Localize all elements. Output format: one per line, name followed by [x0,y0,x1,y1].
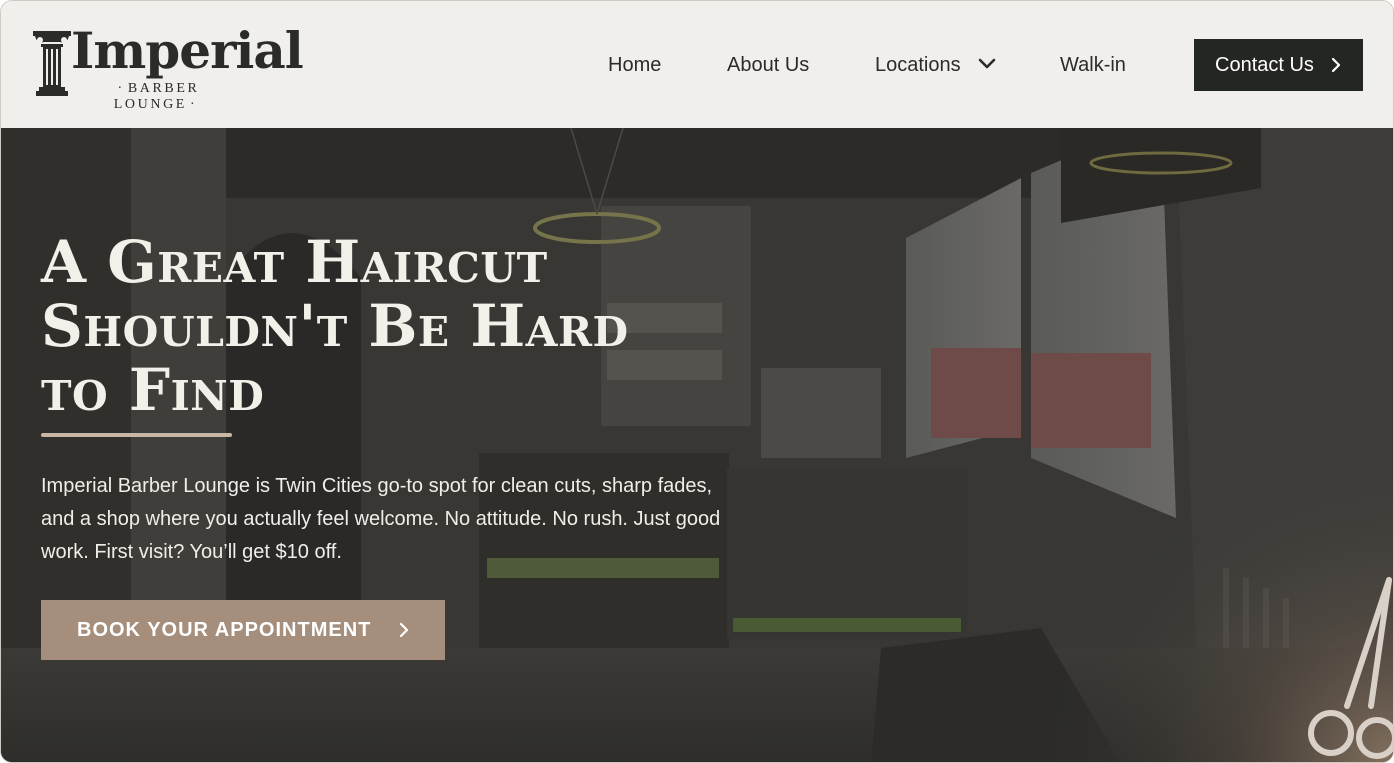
logo-wordmark: Imperial [71,21,304,80]
nav-about-link[interactable]: About Us [727,51,809,79]
nav-locations-link[interactable]: Locations [875,51,961,79]
scissors-icon [1308,577,1393,759]
barbershop-interior-photo [1,128,1393,762]
book-appointment-button[interactable]: BOOK YOUR APPOINTMENT [41,600,445,660]
headline-line-2: Shouldn't Be Hard [41,292,629,360]
book-appointment-label: BOOK YOUR APPOINTMENT [77,619,372,641]
hero-intro-text: Imperial Barber Lounge is Twin Cities go… [41,475,721,563]
column-icon [33,31,71,96]
nav-home-link[interactable]: Home [608,51,661,79]
logo-tagline: BARBER LOUNGE [71,81,243,113]
site-header: Imperial BARBER LOUNGE Home About Us Loc… [1,1,1393,128]
headline-line-1: A Great Haircut [41,228,548,296]
hero-section: A Great Haircut Shouldn't Be Hard to Fin… [1,128,1393,762]
chevron-right-icon [1331,57,1341,73]
contact-us-button[interactable]: Contact Us [1194,39,1363,91]
headline-divider [41,433,232,437]
chevron-right-icon [399,622,409,638]
site-logo[interactable]: Imperial BARBER LOUNGE [31,23,304,112]
contact-us-label: Contact Us [1215,54,1314,76]
nav-walkin-link[interactable]: Walk-in [1060,51,1126,79]
browser-viewport: Imperial BARBER LOUNGE Home About Us Loc… [0,0,1394,763]
chevron-down-icon[interactable] [978,57,996,71]
hero-headline: A Great Haircut Shouldn't Be Hard to Fin… [41,230,681,422]
headline-line-3: to Find [41,356,265,424]
